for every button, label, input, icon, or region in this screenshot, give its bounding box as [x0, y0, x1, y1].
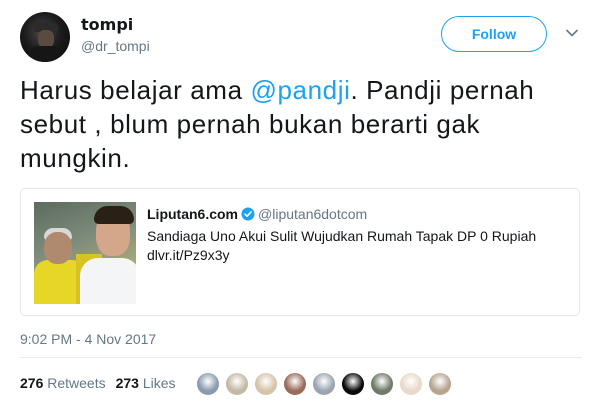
card-site-name: Liputan6.com: [147, 206, 239, 222]
avatar[interactable]: [20, 12, 70, 62]
liker-avatar[interactable]: [370, 372, 394, 396]
liker-avatar[interactable]: [312, 372, 336, 396]
chevron-down-icon[interactable]: [565, 26, 579, 40]
tweet-text: Harus belajar ama @pandji. Pandji pernah…: [20, 73, 580, 175]
card-link[interactable]: dlvr.it/Pz9x3y: [147, 246, 229, 264]
liker-avatar[interactable]: [341, 372, 365, 396]
card-image[interactable]: [34, 202, 136, 304]
liker-avatar[interactable]: [428, 372, 452, 396]
retweets-count: 276: [20, 375, 44, 391]
liker-avatar[interactable]: [254, 372, 278, 396]
tweet-text-before: Harus belajar ama: [20, 75, 251, 105]
divider: [20, 357, 582, 358]
link-card[interactable]: Liputan6.com @liputan6dotcom Sandiaga Uno…: [20, 188, 580, 316]
likes-stat[interactable]: 273 Likes: [116, 375, 176, 391]
mention-link[interactable]: @pandji: [250, 75, 350, 105]
liker-avatar[interactable]: [196, 372, 220, 396]
display-name[interactable]: tompi: [81, 14, 150, 36]
tweet-stats: 276 Retweets 273 Likes: [20, 375, 186, 391]
liker-avatar[interactable]: [283, 372, 307, 396]
liker-avatars: [196, 372, 457, 396]
card-title: Sandiaga Uno Akui Sulit Wujudkan Rumah T…: [147, 228, 537, 244]
likes-label: Likes: [142, 375, 176, 391]
user-names[interactable]: tompi @dr_tompi: [81, 14, 150, 56]
retweets-label: Retweets: [47, 375, 106, 391]
tweet-header: tompi @dr_tompi Follow: [20, 12, 590, 62]
liker-avatar[interactable]: [225, 372, 249, 396]
user-handle[interactable]: @dr_tompi: [81, 36, 150, 56]
verified-badge-icon: [241, 207, 255, 221]
card-site-handle: @liputan6dotcom: [258, 206, 368, 222]
liker-avatar[interactable]: [399, 372, 423, 396]
card-source: Liputan6.com @liputan6dotcom: [147, 205, 367, 223]
retweets-stat[interactable]: 276 Retweets: [20, 375, 106, 391]
follow-button[interactable]: Follow: [441, 16, 547, 52]
tweet-timestamp[interactable]: 9:02 PM - 4 Nov 2017: [20, 331, 156, 347]
likes-count: 273: [115, 375, 139, 391]
